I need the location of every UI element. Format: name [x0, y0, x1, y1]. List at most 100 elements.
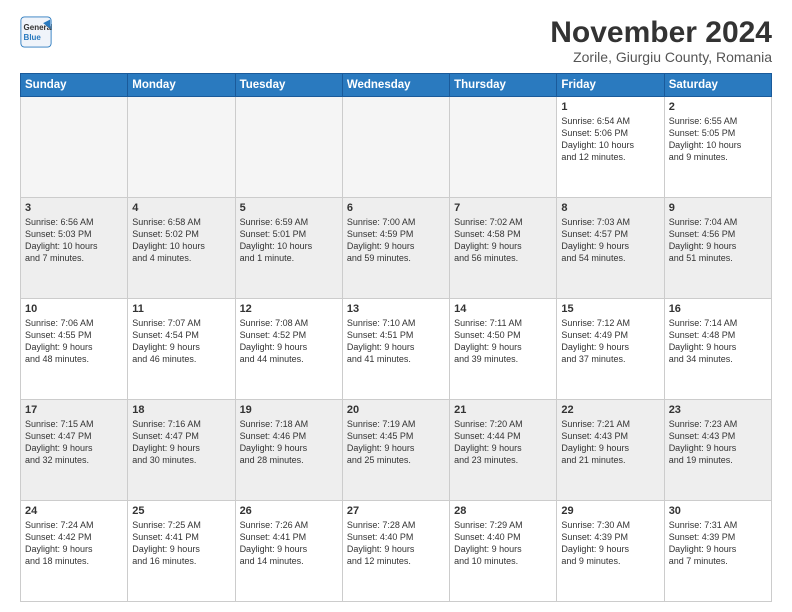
calendar-week-4: 17 Sunrise: 7:15 AM Sunset: 4:47 PM Dayli… [21, 400, 772, 501]
day-info: Sunrise: 7:16 AM Sunset: 4:47 PM Dayligh… [132, 418, 230, 467]
day-number: 10 [25, 303, 123, 315]
calendar-day: 23 Sunrise: 7:23 AM Sunset: 4:43 PM Dayli… [664, 400, 771, 501]
day-number: 8 [561, 202, 659, 214]
day-info: Sunrise: 7:21 AM Sunset: 4:43 PM Dayligh… [561, 418, 659, 467]
location: Zorile, Giurgiu County, Romania [550, 49, 772, 65]
calendar-day: 17 Sunrise: 7:15 AM Sunset: 4:47 PM Dayli… [21, 400, 128, 501]
day-info: Sunrise: 7:10 AM Sunset: 4:51 PM Dayligh… [347, 317, 445, 366]
col-saturday: Saturday [664, 74, 771, 97]
svg-text:Blue: Blue [24, 33, 42, 42]
calendar-day: 1 Sunrise: 6:54 AM Sunset: 5:06 PM Daylig… [557, 97, 664, 198]
col-sunday: Sunday [21, 74, 128, 97]
calendar-day: 9Sunrise: 7:04 AM Sunset: 4:56 PM Daylig… [664, 198, 771, 299]
calendar-day [21, 97, 128, 198]
calendar-day: 29 Sunrise: 7:30 AM Sunset: 4:39 PM Dayli… [557, 501, 664, 602]
day-number: 23 [669, 404, 767, 416]
day-number: 20 [347, 404, 445, 416]
day-info: Sunrise: 7:11 AM Sunset: 4:50 PM Dayligh… [454, 317, 552, 366]
day-info: Sunrise: 7:25 AM Sunset: 4:41 PM Dayligh… [132, 519, 230, 568]
day-info: Sunrise: 7:23 AM Sunset: 4:43 PM Dayligh… [669, 418, 767, 467]
col-thursday: Thursday [450, 74, 557, 97]
day-info: Sunrise: 7:02 AM Sunset: 4:58 PM Dayligh… [454, 216, 552, 265]
calendar-day: 14Sunrise: 7:11 AM Sunset: 4:50 PM Dayli… [450, 299, 557, 400]
day-number: 7 [454, 202, 552, 214]
calendar-day: 6Sunrise: 7:00 AM Sunset: 4:59 PM Daylig… [342, 198, 449, 299]
day-number: 29 [561, 505, 659, 517]
day-info: Sunrise: 6:58 AM Sunset: 5:02 PM Dayligh… [132, 216, 230, 265]
calendar-day: 20 Sunrise: 7:19 AM Sunset: 4:45 PM Dayli… [342, 400, 449, 501]
col-wednesday: Wednesday [342, 74, 449, 97]
col-monday: Monday [128, 74, 235, 97]
calendar-week-1: 1 Sunrise: 6:54 AM Sunset: 5:06 PM Daylig… [21, 97, 772, 198]
calendar-day [235, 97, 342, 198]
day-number: 25 [132, 505, 230, 517]
day-number: 16 [669, 303, 767, 315]
day-info: Sunrise: 7:06 AM Sunset: 4:55 PM Dayligh… [25, 317, 123, 366]
day-number: 6 [347, 202, 445, 214]
col-tuesday: Tuesday [235, 74, 342, 97]
day-number: 12 [240, 303, 338, 315]
calendar-day: 5Sunrise: 6:59 AM Sunset: 5:01 PM Daylig… [235, 198, 342, 299]
calendar-day: 27 Sunrise: 7:28 AM Sunset: 4:40 PM Dayli… [342, 501, 449, 602]
day-info: Sunrise: 7:24 AM Sunset: 4:42 PM Dayligh… [25, 519, 123, 568]
day-number: 2 [669, 101, 767, 113]
calendar-day: 12 Sunrise: 7:08 AM Sunset: 4:52 PM Dayli… [235, 299, 342, 400]
calendar-table: Sunday Monday Tuesday Wednesday Thursday… [20, 73, 772, 602]
day-info: Sunrise: 7:31 AM Sunset: 4:39 PM Dayligh… [669, 519, 767, 568]
day-info: Sunrise: 7:28 AM Sunset: 4:40 PM Dayligh… [347, 519, 445, 568]
calendar-day [128, 97, 235, 198]
calendar-body: 1 Sunrise: 6:54 AM Sunset: 5:06 PM Daylig… [21, 97, 772, 602]
day-info: Sunrise: 7:29 AM Sunset: 4:40 PM Dayligh… [454, 519, 552, 568]
calendar-day [342, 97, 449, 198]
header-row: Sunday Monday Tuesday Wednesday Thursday… [21, 74, 772, 97]
day-info: Sunrise: 7:19 AM Sunset: 4:45 PM Dayligh… [347, 418, 445, 467]
logo: General Blue [20, 16, 52, 48]
day-info: Sunrise: 7:12 AM Sunset: 4:49 PM Dayligh… [561, 317, 659, 366]
day-info: Sunrise: 7:20 AM Sunset: 4:44 PM Dayligh… [454, 418, 552, 467]
day-number: 3 [25, 202, 123, 214]
day-number: 30 [669, 505, 767, 517]
day-number: 27 [347, 505, 445, 517]
day-info: Sunrise: 7:15 AM Sunset: 4:47 PM Dayligh… [25, 418, 123, 467]
day-info: Sunrise: 7:04 AM Sunset: 4:56 PM Dayligh… [669, 216, 767, 265]
calendar-page: General Blue November 2024 Zorile, Giurg… [0, 0, 792, 612]
day-info: Sunrise: 7:07 AM Sunset: 4:54 PM Dayligh… [132, 317, 230, 366]
calendar-day: 7 Sunrise: 7:02 AM Sunset: 4:58 PM Daylig… [450, 198, 557, 299]
calendar-day: 16Sunrise: 7:14 AM Sunset: 4:48 PM Dayli… [664, 299, 771, 400]
day-number: 19 [240, 404, 338, 416]
calendar-week-5: 24Sunrise: 7:24 AM Sunset: 4:42 PM Dayli… [21, 501, 772, 602]
calendar-day: 30 Sunrise: 7:31 AM Sunset: 4:39 PM Dayli… [664, 501, 771, 602]
calendar-day: 19 Sunrise: 7:18 AM Sunset: 4:46 PM Dayli… [235, 400, 342, 501]
day-info: Sunrise: 7:26 AM Sunset: 4:41 PM Dayligh… [240, 519, 338, 568]
calendar-day: 8 Sunrise: 7:03 AM Sunset: 4:57 PM Daylig… [557, 198, 664, 299]
calendar-day: 15 Sunrise: 7:12 AM Sunset: 4:49 PM Dayli… [557, 299, 664, 400]
calendar-day: 22 Sunrise: 7:21 AM Sunset: 4:43 PM Dayli… [557, 400, 664, 501]
title-block: November 2024 Zorile, Giurgiu County, Ro… [550, 16, 772, 65]
calendar-day: 28 Sunrise: 7:29 AM Sunset: 4:40 PM Dayli… [450, 501, 557, 602]
day-number: 22 [561, 404, 659, 416]
day-number: 21 [454, 404, 552, 416]
day-info: Sunrise: 7:30 AM Sunset: 4:39 PM Dayligh… [561, 519, 659, 568]
day-number: 17 [25, 404, 123, 416]
calendar-day: 3 Sunrise: 6:56 AM Sunset: 5:03 PM Daylig… [21, 198, 128, 299]
col-friday: Friday [557, 74, 664, 97]
logo-icon: General Blue [20, 16, 52, 48]
calendar-day: 25 Sunrise: 7:25 AM Sunset: 4:41 PM Dayli… [128, 501, 235, 602]
day-info: Sunrise: 7:08 AM Sunset: 4:52 PM Dayligh… [240, 317, 338, 366]
day-info: Sunrise: 6:54 AM Sunset: 5:06 PM Dayligh… [561, 115, 659, 164]
calendar-week-3: 10 Sunrise: 7:06 AM Sunset: 4:55 PM Dayli… [21, 299, 772, 400]
day-number: 15 [561, 303, 659, 315]
day-info: Sunrise: 7:03 AM Sunset: 4:57 PM Dayligh… [561, 216, 659, 265]
day-info: Sunrise: 7:18 AM Sunset: 4:46 PM Dayligh… [240, 418, 338, 467]
day-number: 18 [132, 404, 230, 416]
day-number: 1 [561, 101, 659, 113]
day-number: 5 [240, 202, 338, 214]
day-number: 11 [132, 303, 230, 315]
day-info: Sunrise: 6:56 AM Sunset: 5:03 PM Dayligh… [25, 216, 123, 265]
calendar-day: 21 Sunrise: 7:20 AM Sunset: 4:44 PM Dayli… [450, 400, 557, 501]
day-info: Sunrise: 6:55 AM Sunset: 5:05 PM Dayligh… [669, 115, 767, 164]
calendar-day: 11 Sunrise: 7:07 AM Sunset: 4:54 PM Dayli… [128, 299, 235, 400]
month-title: November 2024 [550, 16, 772, 49]
day-number: 26 [240, 505, 338, 517]
day-number: 28 [454, 505, 552, 517]
